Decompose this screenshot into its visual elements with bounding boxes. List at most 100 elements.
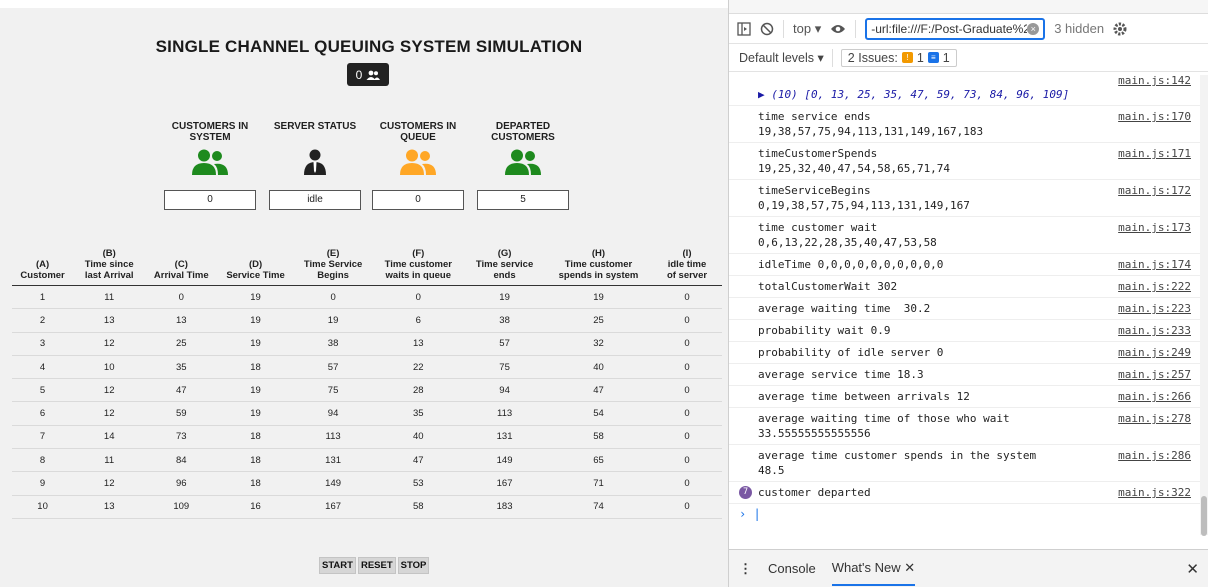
context-select[interactable]: top ▾ <box>793 21 821 37</box>
table-cell: 18 <box>217 355 294 380</box>
table-cell: 73 <box>145 425 218 450</box>
stop-button[interactable]: STOP <box>397 557 430 574</box>
console-prompt[interactable]: › | <box>729 504 1201 524</box>
table-row: 4 10 35 18 57 22 75 40 0 <box>12 355 722 380</box>
column-header-line: (B) <box>102 248 116 259</box>
source-link[interactable]: main.js:278 <box>1118 411 1191 426</box>
console-scrollbar[interactable] <box>1200 75 1208 535</box>
filter-input[interactable]: -url:file:///F:/Post-Graduate%20I × <box>865 17 1046 40</box>
table-cell: 0 <box>372 285 465 310</box>
stat-label: DEPARTED CUSTOMERS <box>491 121 555 143</box>
table-row: 8 11 84 18 131 47 149 65 0 <box>12 448 722 473</box>
gear-icon[interactable] <box>1113 22 1127 36</box>
column-header-line: (D) <box>248 259 263 270</box>
users-icon <box>192 149 228 175</box>
console-message-text: timeServiceBegins 0,19,38,57,75,94,113,1… <box>758 184 970 212</box>
source-link[interactable]: main.js:223 <box>1118 301 1191 316</box>
eye-icon[interactable] <box>830 23 846 35</box>
users-icon <box>400 149 436 175</box>
column-header-line: (F) <box>412 248 425 259</box>
source-link[interactable]: main.js:266 <box>1118 389 1191 404</box>
close-drawer-icon[interactable]: ✕ <box>1186 560 1199 578</box>
divider <box>783 19 784 38</box>
source-link[interactable]: main.js:173 <box>1118 220 1191 235</box>
console-message-text: time service ends 19,38,57,75,94,113,131… <box>758 110 984 138</box>
table-cell: 19 <box>217 378 294 403</box>
stat-value: 0 <box>372 190 464 210</box>
source-link[interactable]: main.js:142 <box>1118 75 1191 88</box>
console-message: timeCustomerSpends 19,25,32,40,47,54,58,… <box>729 143 1201 180</box>
table-cell: 1 <box>12 285 74 310</box>
column-header-line: (E) <box>326 248 340 259</box>
source-link[interactable]: main.js:257 <box>1118 367 1191 382</box>
table-cell: 149 <box>293 471 373 496</box>
table-cell: 84 <box>145 448 218 473</box>
table-cell: 19 <box>293 308 373 333</box>
table-cell: 12 <box>73 332 146 356</box>
table-cell: 183 <box>464 495 545 519</box>
table-row: 3 12 25 19 38 13 57 32 0 <box>12 332 722 356</box>
customer-count: 0 <box>355 67 363 82</box>
column-header-line: idle time <box>667 259 707 270</box>
column-header-line: Service Time <box>226 270 285 281</box>
customer-count-badge: 0 <box>347 63 389 86</box>
console-message-text: average waiting time 30.2 <box>758 302 931 315</box>
source-link[interactable]: main.js:172 <box>1118 183 1191 198</box>
console-message-text: customer departed <box>758 486 871 499</box>
table-cell: 57 <box>464 332 545 356</box>
source-link[interactable]: main.js:249 <box>1118 345 1191 360</box>
table-cell: 5 <box>12 378 74 403</box>
table-cell: 47 <box>145 378 218 403</box>
info-icon: ≡ <box>927 52 939 63</box>
source-link[interactable]: main.js:322 <box>1118 485 1191 500</box>
tab-console[interactable]: Console <box>768 553 816 584</box>
table-cell: 2 <box>12 308 74 333</box>
tab-whats-new[interactable]: What's New ✕ <box>831 552 916 586</box>
table-cell: 75 <box>293 378 373 403</box>
issues-button[interactable]: 2 Issues: ! 1 ≡ 1 <box>840 48 957 67</box>
start-button[interactable]: START <box>319 557 356 574</box>
source-link[interactable]: main.js:174 <box>1118 257 1191 272</box>
table-cell: 14 <box>73 425 146 450</box>
table-cell: 74 <box>544 495 653 519</box>
stat-0: CUSTOMERS IN SYSTEM <box>164 121 256 175</box>
column-header-line: Time since <box>84 259 134 270</box>
console-message: probability wait 0.9 main.js:233 <box>729 320 1201 342</box>
column-header: (I) idle time of server <box>652 248 722 286</box>
table-cell: 0 <box>652 355 722 380</box>
console-message-text: time customer wait 0,6,13,22,28,35,40,47… <box>758 221 937 249</box>
stat-label: SERVER STATUS <box>273 121 357 132</box>
drawer-menu-icon[interactable]: ⋮ <box>739 561 752 577</box>
levels-dropdown[interactable]: Default levels ▾ <box>739 50 824 65</box>
console-scroll-thumb[interactable] <box>1201 496 1207 536</box>
reset-button[interactable]: RESET <box>357 557 396 574</box>
table-cell: 6 <box>372 308 465 333</box>
console-output: ▶ (10) [0, 13, 25, 35, 47, 59, 73, 84, 9… <box>729 75 1201 535</box>
console-message: idleTime 0,0,0,0,0,0,0,0,0,0 main.js:174 <box>729 254 1201 276</box>
console-message-text: probability of idle server 0 <box>758 346 944 359</box>
table-cell: 109 <box>145 495 218 519</box>
source-link[interactable]: main.js:170 <box>1118 109 1191 124</box>
console-message-text: average time customer spends in the syst… <box>758 449 1037 477</box>
table-cell: 40 <box>544 355 653 380</box>
table-cell: 16 <box>217 495 294 519</box>
column-header-line: (H) <box>591 248 606 259</box>
close-tab-icon[interactable]: ✕ <box>904 560 915 575</box>
table-cell: 13 <box>73 308 146 333</box>
source-link[interactable]: main.js:233 <box>1118 323 1191 338</box>
table-cell: 58 <box>544 425 653 450</box>
table-cell: 94 <box>293 401 373 426</box>
hidden-count: 3 hidden <box>1054 21 1105 36</box>
clear-console-icon[interactable] <box>760 22 774 36</box>
issues-info-count: 1 <box>942 50 950 65</box>
table-row: 2 13 13 19 19 6 38 25 0 <box>12 308 722 333</box>
source-link[interactable]: main.js:222 <box>1118 279 1191 294</box>
source-link[interactable]: main.js:286 <box>1118 448 1191 463</box>
sidebar-toggle-icon[interactable] <box>737 21 751 36</box>
source-link[interactable]: main.js:171 <box>1118 146 1191 161</box>
console-message: timeServiceBegins 0,19,38,57,75,94,113,1… <box>729 180 1201 217</box>
table-cell: 6 <box>12 401 74 426</box>
console-message: average waiting time of those who wait 3… <box>729 408 1201 445</box>
clear-filter-icon[interactable]: × <box>1027 22 1040 35</box>
table-cell: 25 <box>544 308 653 333</box>
